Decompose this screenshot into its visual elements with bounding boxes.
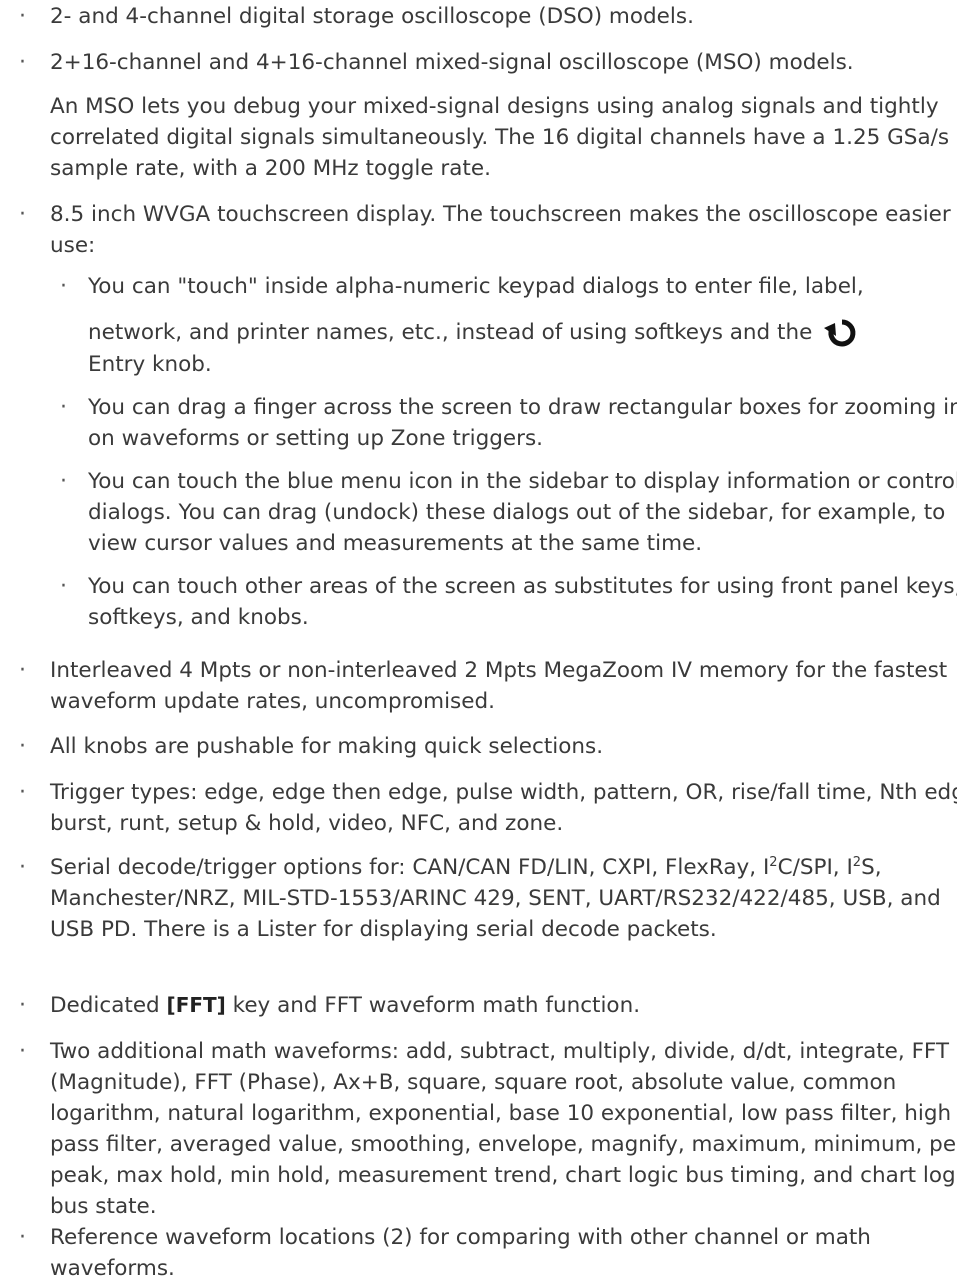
item-text: key and FFT waveform math function. bbox=[225, 993, 641, 1018]
sub-item-text: You can drag a finger across the screen … bbox=[88, 395, 957, 451]
item-text: Two additional math waveforms: add, subt… bbox=[50, 1039, 957, 1219]
touchscreen-sublist: You can "touch" inside alpha-numeric key… bbox=[50, 271, 957, 633]
item-text: 2+16-channel and 4+16-channel mixed-sign… bbox=[50, 50, 854, 75]
sub-list-item: You can drag a finger across the screen … bbox=[50, 392, 957, 454]
list-item: Reference waveform locations (2) for com… bbox=[0, 1222, 957, 1284]
list-item: 8.5 inch WVGA touchscreen display. The t… bbox=[0, 199, 957, 633]
item-text: Trigger types: edge, edge then edge, pul… bbox=[50, 780, 957, 836]
sub-item-text: You can "touch" inside alpha-numeric key… bbox=[88, 274, 864, 299]
sub-item-text: Entry knob. bbox=[88, 352, 212, 377]
list-item: Two additional math waveforms: add, subt… bbox=[0, 1036, 957, 1222]
sub-item-text: You can touch other areas of the screen … bbox=[88, 574, 957, 630]
superscript: 2 bbox=[852, 854, 862, 870]
item-text: Reference waveform locations (2) for com… bbox=[50, 1225, 871, 1281]
list-item: 2- and 4-channel digital storage oscillo… bbox=[0, 1, 957, 32]
item-text: 8.5 inch WVGA touchscreen display. The t… bbox=[50, 202, 957, 258]
item-text: All knobs are pushable for making quick … bbox=[50, 734, 604, 759]
list-item: Interleaved 4 Mpts or non-interleaved 2 … bbox=[0, 655, 957, 717]
list-item: All knobs are pushable for making quick … bbox=[0, 731, 957, 762]
sub-item-text: network, and printer names, etc., instea… bbox=[88, 320, 813, 345]
item-text: C/SPI, I bbox=[777, 855, 853, 880]
item-text: Dedicated bbox=[50, 993, 167, 1018]
item-text: 2- and 4-channel digital storage oscillo… bbox=[50, 4, 694, 29]
sub-list-item: You can touch the blue menu icon in the … bbox=[50, 466, 957, 559]
list-item: 2+16-channel and 4+16-channel mixed-sign… bbox=[0, 47, 957, 184]
list-item: Dedicated [FFT] key and FFT waveform mat… bbox=[0, 990, 957, 1021]
sub-item-text: You can touch the blue menu icon in the … bbox=[88, 469, 957, 556]
item-paragraph: An MSO lets you debug your mixed-signal … bbox=[50, 94, 950, 181]
rotate-knob-icon bbox=[824, 319, 856, 347]
sub-list-item: You can touch other areas of the screen … bbox=[50, 571, 957, 633]
list-item: Serial decode/trigger options for: CAN/C… bbox=[0, 852, 957, 945]
sub-list-item: You can "touch" inside alpha-numeric key… bbox=[50, 271, 957, 380]
list-item: Trigger types: edge, edge then edge, pul… bbox=[0, 777, 957, 839]
item-text: Interleaved 4 Mpts or non-interleaved 2 … bbox=[50, 658, 948, 714]
superscript: 2 bbox=[769, 854, 778, 870]
item-text: Serial decode/trigger options for: CAN/C… bbox=[50, 855, 770, 880]
fft-key-label: [FFT] bbox=[166, 993, 226, 1017]
